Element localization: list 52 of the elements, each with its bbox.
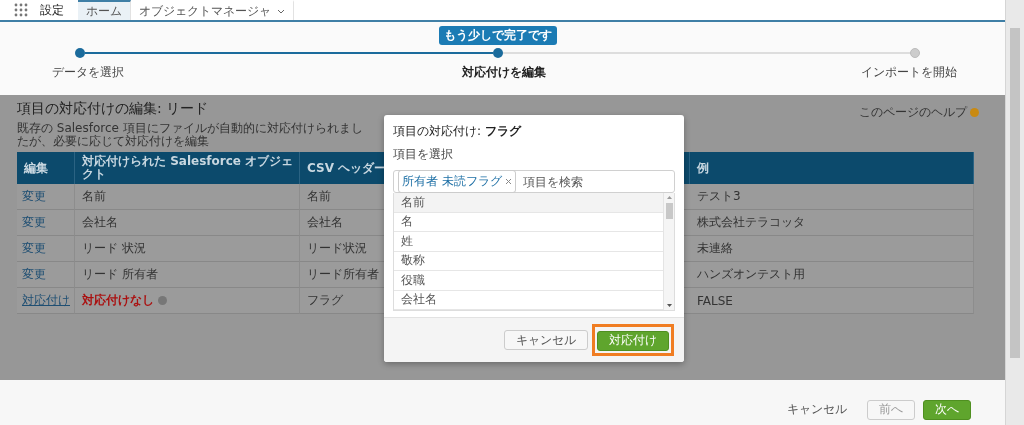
help-link[interactable]: このページのヘルプ xyxy=(859,104,979,121)
page-description: 既存の Salesforce 項目にファイルが自動的に対応付けられましたが、必要に応じて対応付けを編集 xyxy=(17,122,364,148)
table-cell: 未連絡 xyxy=(690,236,974,262)
app-launcher-icon[interactable] xyxy=(14,3,28,17)
field-option[interactable]: 敬称 xyxy=(394,251,663,271)
progress-step-dot[interactable] xyxy=(492,48,503,58)
table-cell: リード 状況 xyxy=(75,236,300,262)
app-title: 設定 xyxy=(40,1,64,19)
table-cell: ハンズオンテスト用 xyxy=(690,262,974,288)
row-action-link[interactable]: 変更 xyxy=(17,210,75,236)
column-header: 例 xyxy=(690,152,974,184)
row-action-link[interactable]: 対応付け xyxy=(17,288,75,314)
next-button[interactable]: 次へ xyxy=(923,399,971,420)
column-header: 対応付けられた Salesforce オブジェクト xyxy=(75,152,300,184)
scrollbar-thumb[interactable] xyxy=(1010,28,1020,358)
progress-step-dot[interactable] xyxy=(910,48,920,58)
progress-tooltip: もう少しで完了です xyxy=(438,26,557,45)
row-action-link[interactable]: 変更 xyxy=(17,184,75,210)
selected-field-pill[interactable]: 所有者 未読フラグ xyxy=(398,170,516,193)
scroll-up-icon[interactable] xyxy=(666,196,672,199)
list-scrollbar[interactable] xyxy=(663,193,674,310)
field-option[interactable]: 名 xyxy=(394,212,663,232)
progress-step-label: インポートを開始 xyxy=(860,64,957,81)
cancel-button[interactable]: キャンセル xyxy=(504,330,588,350)
table-cell: リード 所有者 xyxy=(75,262,300,288)
table-cell: 名前 xyxy=(75,184,300,210)
scroll-down-icon[interactable] xyxy=(666,304,672,307)
dialog-title: 項目の対応付け: フラグ xyxy=(393,123,523,140)
close-icon[interactable] xyxy=(504,178,512,185)
table-cell: 会社名 xyxy=(75,210,300,236)
field-option[interactable]: 会社名 xyxy=(394,290,663,310)
progress-step-label: データを選択 xyxy=(52,64,125,81)
chevron-down-icon[interactable] xyxy=(277,8,285,14)
field-option[interactable]: 姓 xyxy=(394,232,663,252)
row-action-link[interactable]: 変更 xyxy=(17,262,75,288)
table-cell: テスト3 xyxy=(690,184,974,210)
scrollbar-thumb[interactable] xyxy=(665,203,673,219)
nav-tab[interactable]: ホーム xyxy=(78,0,131,20)
row-action-link[interactable]: 変更 xyxy=(17,236,75,262)
progress-step-label: 対応付けを編集 xyxy=(461,64,548,81)
table-cell: FALSE xyxy=(690,288,974,314)
map-button[interactable]: 対応付け xyxy=(597,330,669,351)
column-header: 編集 xyxy=(17,152,75,184)
page-scrollbar[interactable] xyxy=(1005,0,1024,425)
page-title: 項目の対応付けの編集: リード xyxy=(17,100,209,118)
table-cell: 株式会社テラコッタ xyxy=(690,210,974,236)
field-search-box[interactable]: 所有者 未読フラグ 項目を検索 xyxy=(393,170,675,193)
unmapped-label: 対応付けなし xyxy=(82,292,154,309)
cancel-button[interactable]: キャンセル xyxy=(775,399,859,420)
progress-step-dot[interactable] xyxy=(75,48,85,58)
field-option[interactable]: 役職 xyxy=(394,271,663,291)
field-option[interactable]: 名前 xyxy=(394,193,663,213)
